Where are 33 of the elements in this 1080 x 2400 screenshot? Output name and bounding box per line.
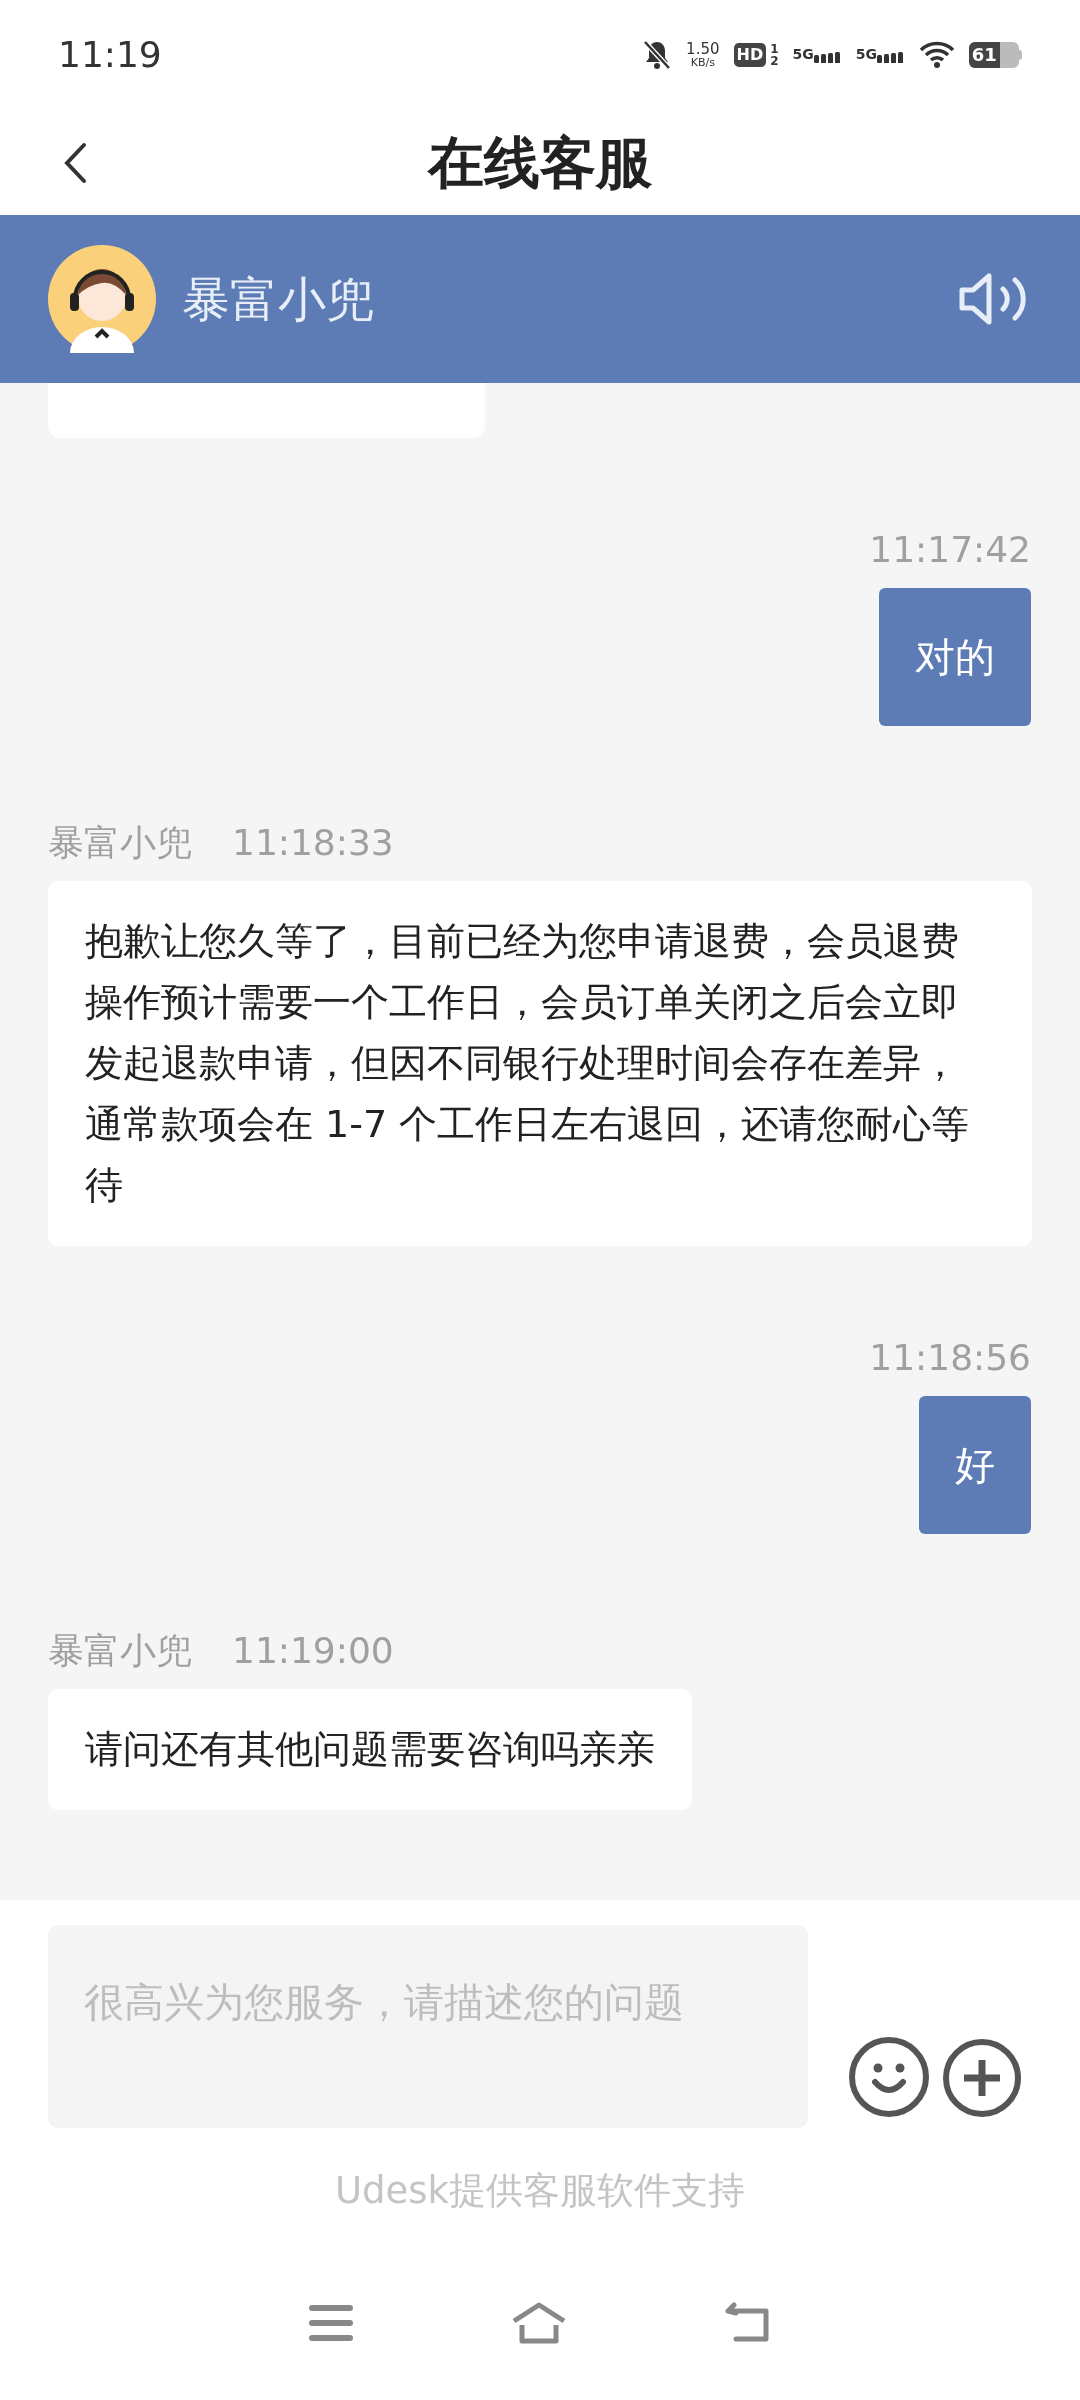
network-speed: 1.50	[686, 42, 720, 57]
bell-muted-icon	[642, 39, 673, 71]
wifi-icon	[919, 41, 955, 69]
back-icon	[63, 141, 87, 184]
emoji-button[interactable]	[848, 2036, 930, 2118]
avatar-icon	[48, 245, 156, 353]
message-time: 11:19:00	[232, 1629, 394, 1673]
agent-name: 暴富小兜	[182, 270, 374, 329]
hd-badge: HD	[733, 43, 767, 67]
message-time: 11:18:56	[869, 1336, 1031, 1380]
menu-icon[interactable]	[308, 2304, 354, 2342]
status-time: 11:19	[58, 33, 162, 77]
message-bubble: 抱歉让您久等了，目前已经为您申请退费，会员退费操作预计需要一个工作日，会员订单关闭之后会立即发起退款申请，但因不同银行处理时间会存在差异，通常款项会在 1-7 个工作日左右退回，还请您耐心等待	[48, 881, 1032, 1246]
home-icon[interactable]	[510, 2301, 568, 2345]
network-type: 5G	[792, 47, 814, 61]
back-nav-icon[interactable]	[724, 2301, 772, 2345]
footer-credit: Udesk提供客服软件支持	[334, 2168, 745, 2214]
message-time: 11:17:42	[869, 528, 1031, 572]
sender-name: 暴富小兜	[48, 821, 192, 865]
add-button[interactable]	[942, 2038, 1022, 2118]
sim-number: 1	[770, 43, 779, 55]
message-bubble: 好	[919, 1396, 1031, 1534]
sim-number: 2	[770, 55, 779, 67]
plus-icon	[942, 2038, 1022, 2118]
speed-unit: KB/s	[690, 57, 715, 68]
message-bubble: 请问还有其他问题需要咨询吗亲亲	[48, 1689, 692, 1810]
sender-name: 暴富小兜	[48, 1629, 192, 1673]
network-type: 5G	[855, 47, 877, 61]
message-time: 11:18:33	[232, 821, 394, 865]
page-title: 在线客服	[428, 128, 652, 197]
message-bubble: 对的	[879, 588, 1031, 726]
smiley-icon	[848, 2036, 930, 2118]
battery-level: 61	[971, 46, 997, 64]
